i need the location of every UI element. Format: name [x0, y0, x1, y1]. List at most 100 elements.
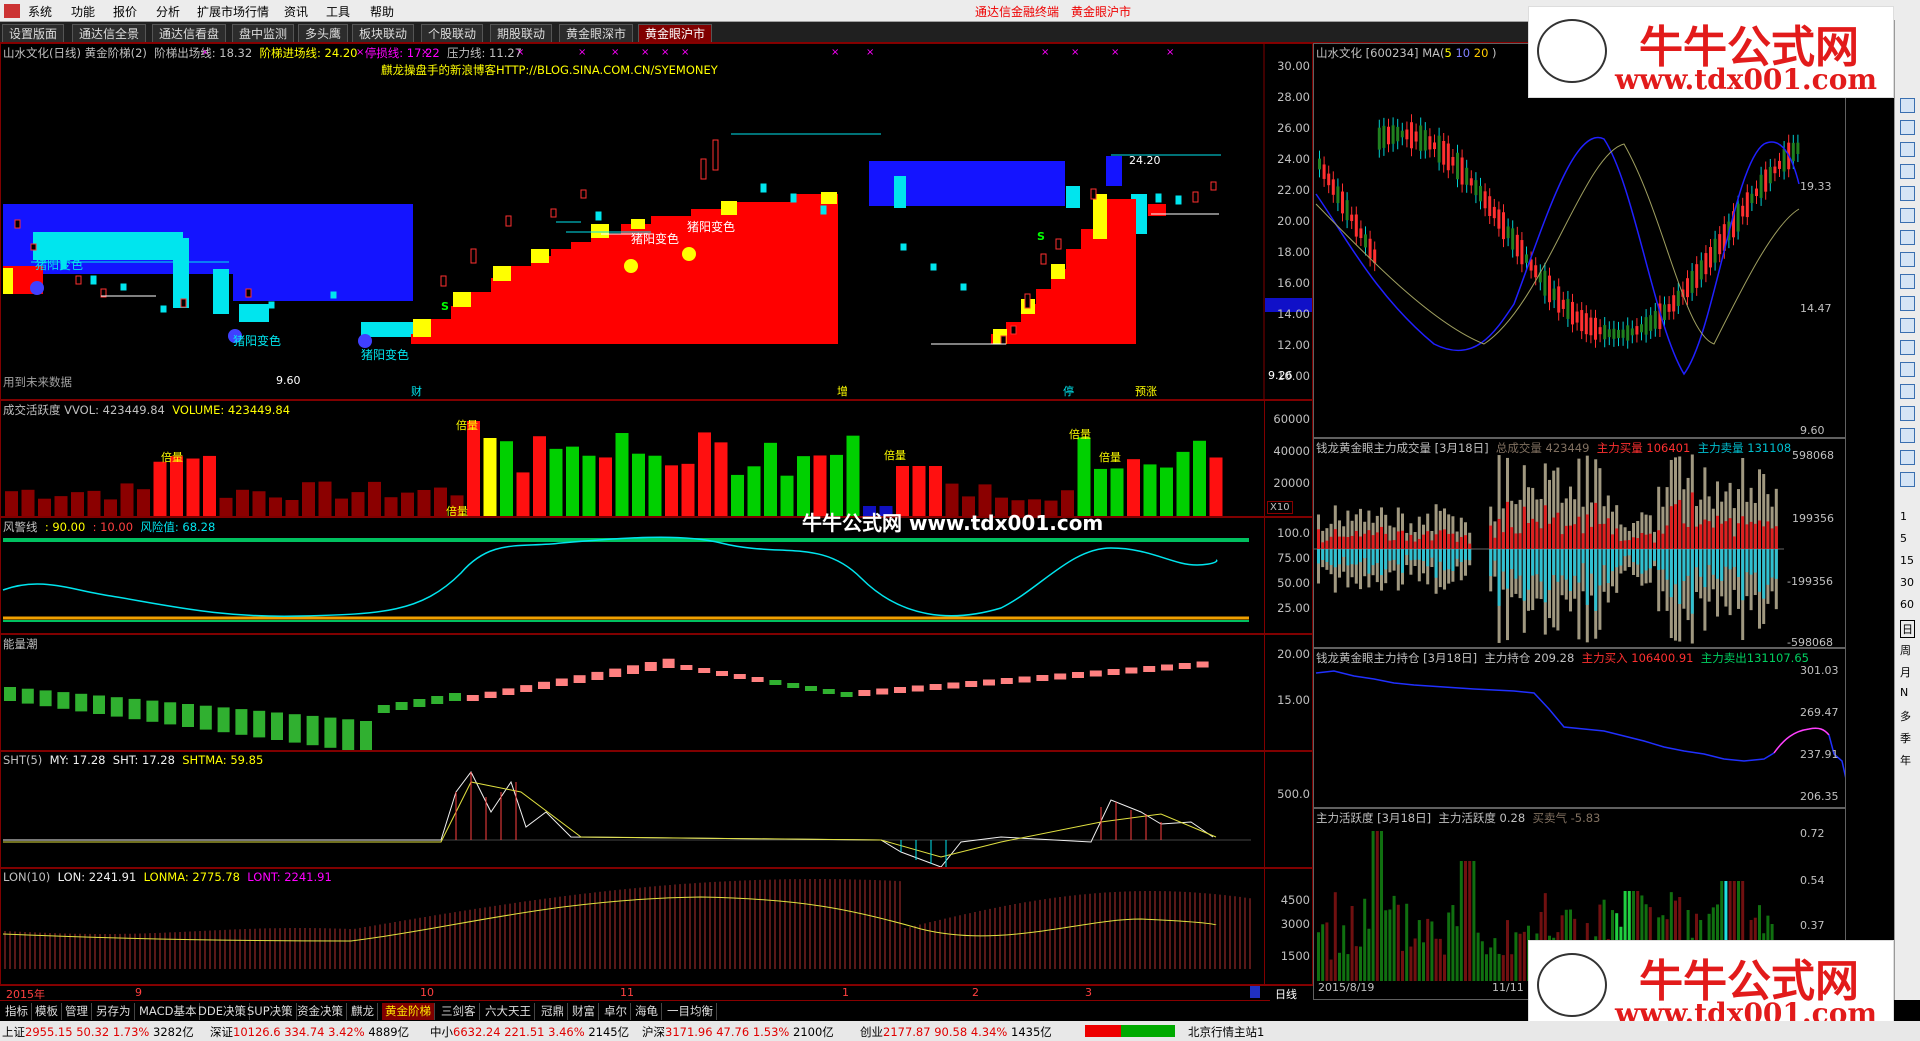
indicator-tab[interactable]: 六大天王: [482, 1003, 535, 1020]
menu-quote[interactable]: 报价: [113, 3, 137, 20]
period-month[interactable]: 月: [1900, 664, 1911, 680]
tab-futures-link[interactable]: 期股联动: [490, 24, 553, 42]
menu-extended-market[interactable]: 扩展市场行情: [197, 3, 269, 20]
toolbar-icon[interactable]: [1900, 230, 1915, 245]
indicator-tab[interactable]: 冠鼎: [538, 1003, 568, 1020]
menu-tools[interactable]: 工具: [326, 3, 350, 20]
tab-monitor[interactable]: 盘中监测: [232, 24, 295, 42]
mini-y-tick: 14.47: [1800, 302, 1832, 315]
period-year[interactable]: 年: [1900, 752, 1911, 768]
index-sme[interactable]: 中小6632.24 221.51 3.46% 2145亿: [430, 1024, 629, 1040]
volume-activity-panel[interactable]: 成交活跃度 VVOL: 423449.84 VOLUME: 423449.84 …: [0, 400, 1313, 517]
toolbar-icon[interactable]: [1900, 208, 1915, 223]
menu-help[interactable]: 帮助: [370, 3, 394, 20]
toolbar-icon[interactable]: [1900, 164, 1915, 179]
toolbar-icon[interactable]: [1900, 450, 1915, 465]
menu-system[interactable]: 系统: [28, 3, 52, 20]
menu-analysis[interactable]: 分析: [156, 3, 180, 20]
tab-panorama[interactable]: 通达信全景: [72, 24, 147, 42]
watermark-logo: 牛牛公式网 www.tdx001.com: [1528, 6, 1894, 98]
period-day[interactable]: 日: [1900, 620, 1915, 638]
indicator-tab[interactable]: 卓尔: [601, 1003, 631, 1020]
price-chart-panel[interactable]: × × × × × × × × × × × × × × × S S 山水文化(日线) 黄金阶梯(2)…: [0, 43, 1313, 400]
indicator-tab[interactable]: MACD基本: [136, 1003, 201, 1020]
risk-y-tick: 25.00: [1277, 601, 1310, 615]
toolbar-icon[interactable]: [1900, 296, 1915, 311]
indicator-tab[interactable]: 麒龙: [348, 1003, 378, 1020]
signal-label: 猪阳变色: [35, 258, 84, 272]
toolbar-icon[interactable]: [1900, 384, 1915, 399]
tab-bull-eagle[interactable]: 多头鹰: [298, 24, 349, 42]
period-30min[interactable]: 30: [1900, 576, 1914, 589]
index-gem[interactable]: 创业2177.87 90.58 4.34% 1435亿: [860, 1024, 1052, 1040]
menu-news[interactable]: 资讯: [284, 3, 308, 20]
toolbar-icon[interactable]: [1900, 252, 1915, 267]
indicator-tab-golden-ladder[interactable]: 黄金阶梯: [382, 1003, 435, 1020]
act-y-tick: 0.72: [1800, 827, 1825, 840]
indicator-tab[interactable]: 管理: [62, 1003, 92, 1020]
indicator-tab[interactable]: 海龟: [632, 1003, 662, 1020]
pressure-line-value: 压力线: 11.27: [447, 46, 522, 60]
tab-watch[interactable]: 通达信看盘: [152, 24, 227, 42]
main-force-volume-panel[interactable]: 钱龙黄金眼主力成交量 [3月18日] 总成交量 423449 主力买量 1064…: [1313, 438, 1846, 648]
lon-panel[interactable]: LON(10) LON: 2241.91 LONMA: 2775.78 LONT…: [0, 868, 1313, 985]
pos-y-tick: 206.35: [1800, 790, 1839, 803]
toolbar-icon[interactable]: [1900, 318, 1915, 333]
risk-y-tick: 75.00: [1277, 551, 1310, 565]
toolbar-icon[interactable]: [1900, 120, 1915, 135]
period-1min[interactable]: 1: [1900, 510, 1907, 523]
toolbar-icon[interactable]: [1900, 186, 1915, 201]
toolbar-icon[interactable]: [1900, 428, 1915, 443]
future-data-warning: 用到未来数据: [3, 375, 72, 389]
period-multi[interactable]: 多: [1900, 708, 1911, 724]
period-week[interactable]: 周: [1900, 642, 1911, 658]
indicator-tab[interactable]: 财富: [569, 1003, 599, 1020]
indicator-tab[interactable]: SUP决策: [244, 1003, 297, 1020]
period-quarter[interactable]: 季: [1900, 730, 1911, 746]
tab-layout-settings[interactable]: 设置版面: [2, 24, 65, 42]
svg-text:S: S: [441, 300, 449, 313]
menu-function[interactable]: 功能: [71, 3, 95, 20]
indicator-tab[interactable]: DDE决策: [195, 1003, 250, 1020]
period-label[interactable]: 日线: [1275, 986, 1297, 1002]
index-sh[interactable]: 上证2955.15 50.32 1.73% 3282亿: [2, 1024, 194, 1040]
tab-golden-eye-sh[interactable]: 黄金眼沪市: [638, 24, 713, 42]
main-force-position-panel[interactable]: 钱龙黄金眼主力持仓 [3月18日] 主力持仓 209.28 主力买入 10640…: [1313, 648, 1846, 808]
energy-tide-panel[interactable]: 能量潮 20.00 15.00: [0, 634, 1313, 751]
svg-text:×: ×: [578, 47, 586, 58]
main-force-position-line: [1315, 670, 1845, 778]
indicator-tab[interactable]: 一目均衡: [664, 1003, 717, 1020]
period-n[interactable]: N: [1900, 686, 1908, 699]
layout-tab-bar: 设置版面 通达信全景 通达信看盘 盘中监测 多头鹰 板块联动 个股联动 期股联动…: [0, 22, 1530, 43]
right-toolbar: 1 5 15 30 60 日 周 月 N 多 季 年: [1894, 20, 1920, 1000]
index-sz[interactable]: 深证10126.6 334.74 3.42% 4889亿: [210, 1024, 409, 1040]
toolbar-icon[interactable]: [1900, 98, 1915, 113]
toolbar-icon[interactable]: [1900, 406, 1915, 421]
toolbar-icon[interactable]: [1900, 362, 1915, 377]
mini-kline-title: 山水文化 [600234] MA(5 10 20 ): [1316, 46, 1497, 60]
scroll-right-button[interactable]: [1250, 986, 1260, 998]
indicator-tab[interactable]: 资金决策: [294, 1003, 347, 1020]
pos-y-tick: 269.47: [1800, 706, 1839, 719]
toolbar-icon[interactable]: [1900, 142, 1915, 157]
mf-position-title: 钱龙黄金眼主力持仓 [3月18日] 主力持仓 209.28 主力买入 10640…: [1316, 651, 1809, 665]
indicator-tab[interactable]: 三剑客: [438, 1003, 480, 1020]
tab-stock-link[interactable]: 个股联动: [421, 24, 484, 42]
risk-warning-panel[interactable]: 风警线 : 90.00 : 10.00 风险值: 68.28 100.0 75.…: [0, 517, 1313, 634]
indicator-tab[interactable]: 模板: [32, 1003, 62, 1020]
toolbar-icon[interactable]: [1900, 340, 1915, 355]
double-volume-mark: 倍量: [884, 449, 906, 462]
period-5min[interactable]: 5: [1900, 532, 1907, 545]
indicator-tab[interactable]: 指标: [2, 1003, 32, 1020]
tab-golden-eye-sz[interactable]: 黄金眼深市: [559, 24, 634, 42]
high-price-mark: 24.20: [1129, 154, 1161, 167]
toolbar-icon[interactable]: [1900, 472, 1915, 487]
indicator-tab[interactable]: 另存为: [93, 1003, 135, 1020]
period-15min[interactable]: 15: [1900, 554, 1914, 567]
index-hs[interactable]: 沪深3171.96 47.76 1.53% 2100亿: [642, 1024, 834, 1040]
sht-panel[interactable]: SHT(5) MY: 17.28 SHT: 17.28 SHTMA: 59.85…: [0, 751, 1313, 868]
mini-kline-panel[interactable]: 山水文化 [600234] MA(5 10 20 ) 19.33 14.47 9…: [1313, 43, 1846, 438]
tab-sector-link[interactable]: 板块联动: [352, 24, 415, 42]
toolbar-icon[interactable]: [1900, 274, 1915, 289]
period-60min[interactable]: 60: [1900, 598, 1914, 611]
